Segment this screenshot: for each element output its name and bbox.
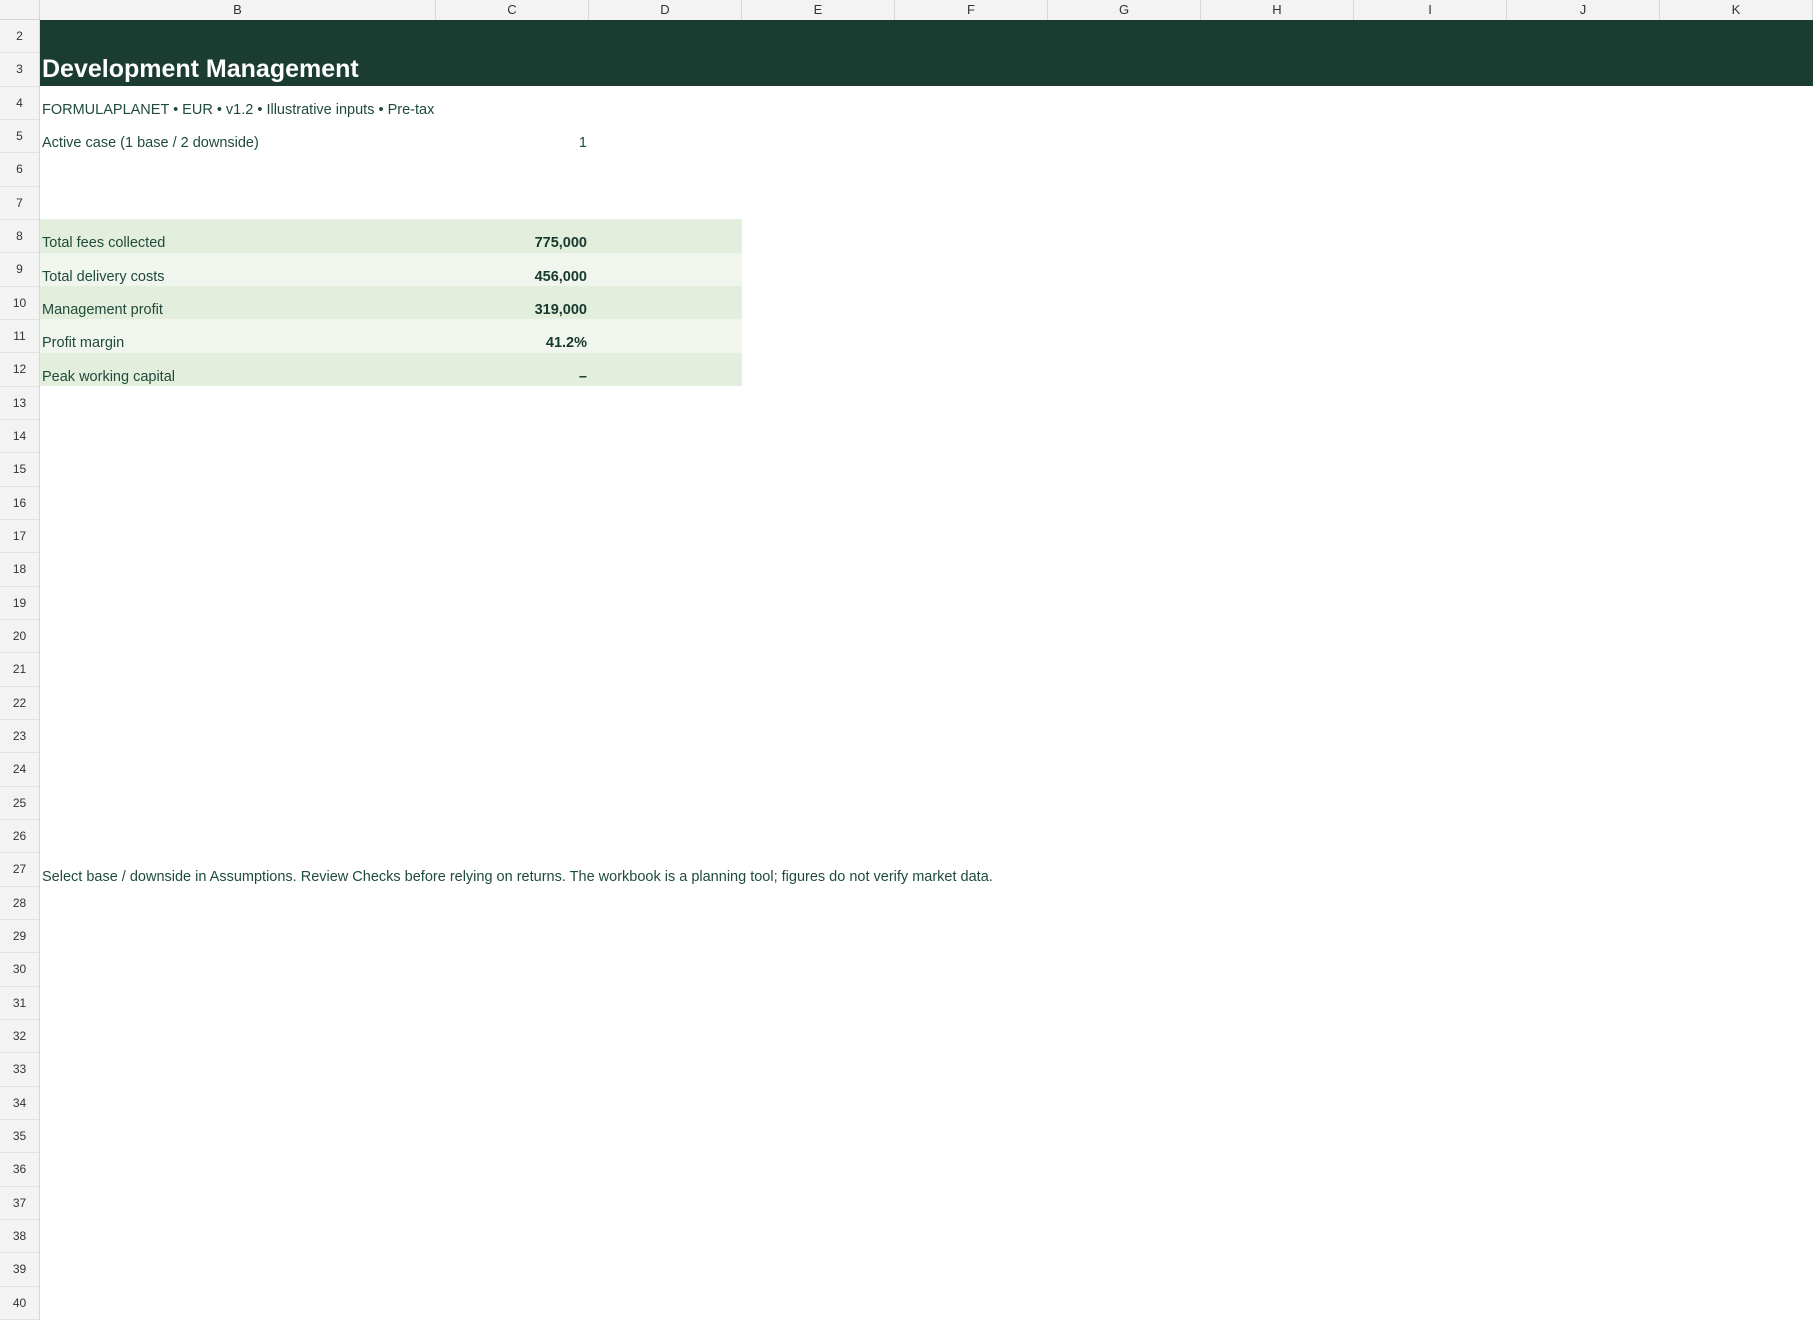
row-header[interactable]: 11 <box>0 320 40 354</box>
active-case-label: Active case (1 base / 2 downside) <box>42 135 259 151</box>
kpi-label-peak-working-capital: Peak working capital <box>42 369 175 385</box>
row-header[interactable]: 32 <box>0 1020 40 1054</box>
row-header[interactable]: 7 <box>0 186 40 220</box>
kpi-label-management-profit: Management profit <box>42 302 163 318</box>
active-case-value[interactable]: 1 <box>387 135 587 151</box>
row-header[interactable]: 25 <box>0 786 40 820</box>
row-header[interactable]: 39 <box>0 1253 40 1287</box>
page-title: Development Management <box>42 55 359 83</box>
row-header[interactable]: 5 <box>0 120 40 154</box>
row-header[interactable]: 10 <box>0 286 40 320</box>
row-header[interactable]: 14 <box>0 420 40 454</box>
row-header[interactable]: 21 <box>0 653 40 687</box>
row-header[interactable]: 2 <box>0 20 40 54</box>
row-header[interactable]: 37 <box>0 1186 40 1220</box>
subtitle-line: FORMULAPLANET • EUR • v1.2 • Illustrativ… <box>42 102 435 118</box>
kpi-value-delivery-costs[interactable]: 456,000 <box>387 269 587 285</box>
column-header-h[interactable]: H <box>1201 0 1354 20</box>
column-header-b[interactable]: B <box>40 0 436 20</box>
kpi-label-delivery-costs: Total delivery costs <box>42 269 165 285</box>
kpi-value-management-profit[interactable]: 319,000 <box>387 302 587 318</box>
column-header-g[interactable]: G <box>1048 0 1201 20</box>
kpi-value-peak-working-capital[interactable]: – <box>387 369 587 385</box>
kpi-label-profit-margin: Profit margin <box>42 335 125 351</box>
kpi-value-profit-margin[interactable]: 41.2% <box>387 335 587 351</box>
row-header[interactable]: 12 <box>0 353 40 387</box>
column-header-k[interactable]: K <box>1660 0 1813 20</box>
column-header-e[interactable]: E <box>742 0 895 20</box>
row-header[interactable]: 9 <box>0 253 40 287</box>
row-header[interactable]: 23 <box>0 720 40 754</box>
row-header[interactable]: 16 <box>0 486 40 520</box>
row-header[interactable]: 13 <box>0 386 40 420</box>
column-header-c[interactable]: C <box>436 0 589 20</box>
row-header[interactable]: 29 <box>0 920 40 954</box>
row-header[interactable]: 17 <box>0 520 40 554</box>
footnote: Select base / downside in Assumptions. R… <box>42 869 993 885</box>
row-header[interactable]: 22 <box>0 686 40 720</box>
row-header[interactable]: 35 <box>0 1120 40 1154</box>
row-header[interactable]: 28 <box>0 886 40 920</box>
spreadsheet-grid: B C D E F G H I J K 2 3 4 5 6 7 8 9 10 11 12 13 14 15… <box>0 0 1813 1320</box>
row-header[interactable]: 38 <box>0 1220 40 1254</box>
kpi-value-total-fees[interactable]: 775,000 <box>387 235 587 251</box>
row-header[interactable]: 30 <box>0 953 40 987</box>
row-header[interactable]: 8 <box>0 220 40 254</box>
row-header[interactable]: 20 <box>0 620 40 654</box>
row-header[interactable]: 24 <box>0 753 40 787</box>
row-header[interactable]: 40 <box>0 1286 40 1320</box>
row-header[interactable]: 18 <box>0 553 40 587</box>
row-header[interactable]: 36 <box>0 1153 40 1187</box>
row-header[interactable]: 4 <box>0 86 40 120</box>
row-header[interactable]: 26 <box>0 820 40 854</box>
row-header[interactable]: 3 <box>0 53 40 87</box>
column-header-d[interactable]: D <box>589 0 742 20</box>
kpi-label-total-fees: Total fees collected <box>42 235 166 251</box>
column-header-i[interactable]: I <box>1354 0 1507 20</box>
row-header[interactable]: 31 <box>0 986 40 1020</box>
row-header[interactable]: 34 <box>0 1086 40 1120</box>
row-header[interactable]: 33 <box>0 1053 40 1087</box>
row-header[interactable]: 19 <box>0 586 40 620</box>
column-header-j[interactable]: J <box>1507 0 1660 20</box>
select-all-corner[interactable] <box>0 0 40 20</box>
column-header-f[interactable]: F <box>895 0 1048 20</box>
row-header[interactable]: 15 <box>0 453 40 487</box>
row-header[interactable]: 27 <box>0 853 40 887</box>
row-header[interactable]: 6 <box>0 153 40 187</box>
